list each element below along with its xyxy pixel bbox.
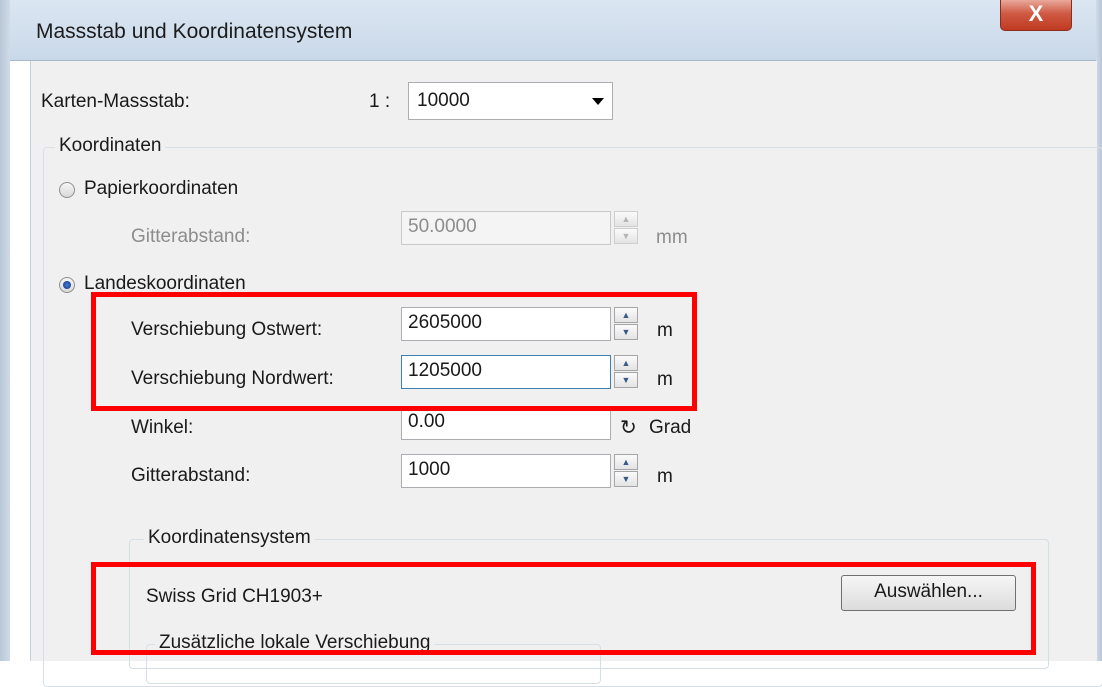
coordinates-group-title: Koordinaten <box>55 135 166 157</box>
rotate-icon[interactable]: ↻ <box>620 415 637 440</box>
coordinate-system-highlight-box <box>91 562 1036 655</box>
angle-value: 0.00 <box>408 411 445 432</box>
angle-input[interactable]: 0.00 <box>401 406 611 440</box>
close-button[interactable]: X <box>1000 0 1072 31</box>
paper-grid-spacing-input[interactable]: 50.0000 <box>401 211 611 245</box>
window-left-border <box>0 0 10 661</box>
national-grid-spacing-unit: m <box>657 466 673 487</box>
window-title: Massstab und Koordinatensystem <box>36 20 353 43</box>
close-icon: X <box>1028 1 1044 26</box>
spin-up-icon[interactable]: ▲ <box>614 211 638 227</box>
paper-grid-spacing-value: 50.0000 <box>408 216 477 237</box>
spin-down-icon[interactable]: ▼ <box>614 228 638 244</box>
angle-unit: Grad <box>649 417 692 438</box>
paper-coordinates-label[interactable]: Papierkoordinaten <box>84 178 238 200</box>
chevron-down-icon[interactable] <box>592 98 604 105</box>
national-coordinates-radio[interactable] <box>59 277 75 293</box>
paper-grid-spacing-unit: mm <box>656 227 688 248</box>
national-grid-spacing-value: 1000 <box>408 459 451 480</box>
spin-up-icon[interactable]: ▲ <box>614 454 638 470</box>
map-scale-dropdown[interactable]: 10000 <box>408 82 613 120</box>
national-grid-spacing-input[interactable]: 1000 <box>401 454 611 488</box>
map-scale-label: Karten-Massstab: <box>41 91 190 112</box>
spin-down-icon[interactable]: ▼ <box>614 471 638 487</box>
national-grid-spacing-spinner[interactable]: ▲ ▼ <box>614 454 640 488</box>
offset-highlight-box <box>91 292 697 411</box>
map-scale-value: 10000 <box>417 90 470 111</box>
national-grid-spacing-label: Gitterabstand: <box>131 465 251 486</box>
paper-coordinates-radio[interactable] <box>59 182 75 198</box>
map-scale-prefix: 1 : <box>369 91 391 112</box>
paper-grid-spacing-label: Gitterabstand: <box>131 226 251 247</box>
paper-grid-spacing-spinner[interactable]: ▲ ▼ <box>614 211 640 245</box>
title-bar[interactable]: Massstab und Koordinatensystem X <box>10 0 1096 61</box>
coordinate-system-group-title: Koordinatensystem <box>144 527 315 549</box>
angle-label: Winkel: <box>131 417 194 438</box>
